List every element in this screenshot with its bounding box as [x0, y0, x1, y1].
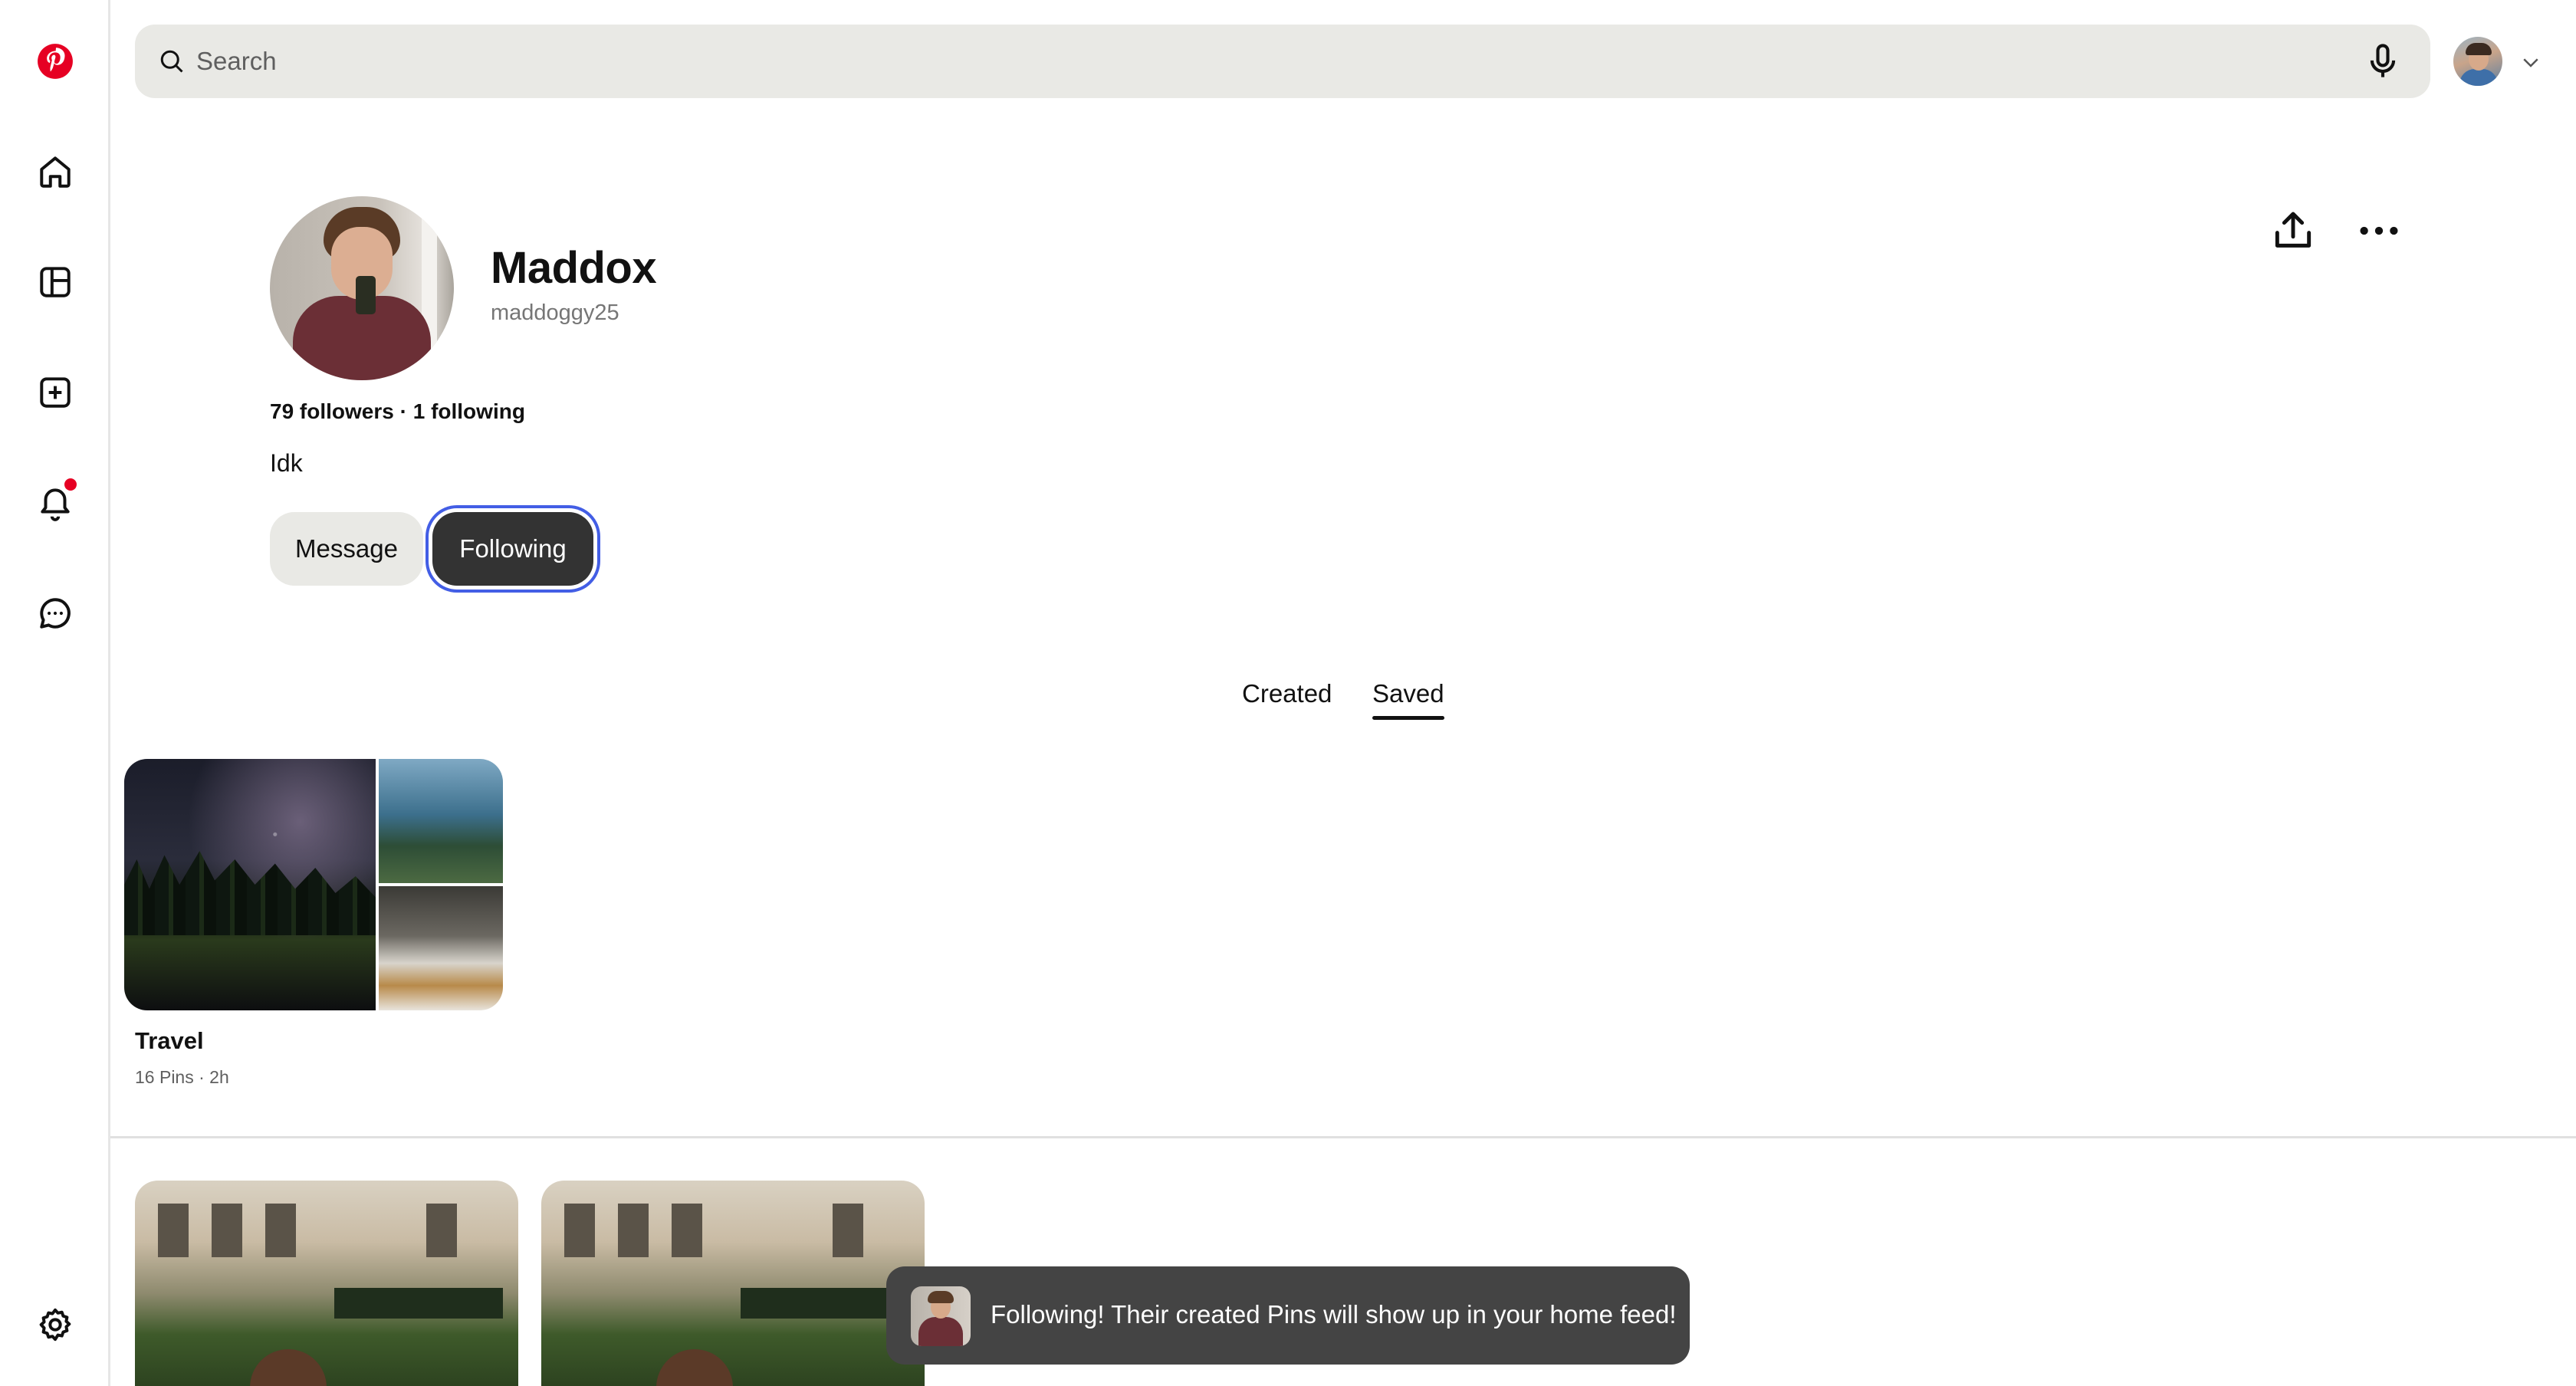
gear-icon	[39, 1308, 71, 1342]
board-preview-image	[379, 759, 503, 883]
profile-follow-stats[interactable]: 79 followers · 1 following	[270, 399, 525, 424]
chevron-down-icon[interactable]	[2519, 51, 2542, 74]
active-tab-indicator	[1372, 716, 1444, 720]
account-avatar[interactable]	[2453, 37, 2502, 86]
board-card-travel[interactable]	[124, 759, 503, 1010]
messages-icon	[40, 598, 71, 629]
pinterest-logo-icon[interactable]	[28, 34, 83, 89]
toast-message: Following! Their created Pins will show …	[991, 1300, 1677, 1329]
sidebar-item-notifications[interactable]	[28, 475, 83, 530]
sidebar-item-explore[interactable]	[28, 255, 83, 310]
boards-icon	[40, 267, 71, 297]
home-icon	[40, 156, 71, 188]
search-input[interactable]	[196, 25, 2266, 98]
sidebar-item-home[interactable]	[28, 144, 83, 199]
microphone-icon[interactable]	[2363, 41, 2403, 81]
profile-name: Maddox	[491, 243, 657, 293]
profile-bio: Idk	[270, 449, 303, 477]
pin-card[interactable]	[135, 1181, 518, 1386]
tab-created[interactable]: Created	[1242, 679, 1332, 708]
tab-saved[interactable]: Saved	[1372, 679, 1444, 708]
sidebar-item-create[interactable]	[28, 365, 83, 420]
board-meta: 16 Pins · 2h	[135, 1067, 229, 1087]
message-button[interactable]: Message	[270, 512, 423, 586]
section-divider	[110, 1136, 2576, 1138]
pin-image-sign	[741, 1288, 909, 1319]
search-icon	[160, 50, 183, 73]
search-bar[interactable]	[135, 25, 2430, 98]
notification-badge	[64, 478, 77, 491]
board-preview-image	[379, 886, 503, 1010]
pin-image-sign	[334, 1288, 503, 1319]
create-icon	[40, 377, 71, 408]
sidebar-item-settings[interactable]	[28, 1297, 83, 1352]
board-title[interactable]: Travel	[135, 1027, 204, 1055]
pin-card[interactable]	[541, 1181, 925, 1386]
sidebar	[0, 0, 110, 1386]
more-options-icon[interactable]	[2355, 207, 2403, 255]
following-button[interactable]: Following	[432, 512, 593, 586]
sidebar-item-messages[interactable]	[28, 586, 83, 641]
toast-avatar	[911, 1286, 971, 1346]
share-icon[interactable]	[2269, 207, 2317, 255]
follow-toast: Following! Their created Pins will show …	[886, 1266, 1690, 1365]
profile-avatar	[270, 196, 454, 380]
profile-handle: maddoggy25	[491, 301, 619, 325]
